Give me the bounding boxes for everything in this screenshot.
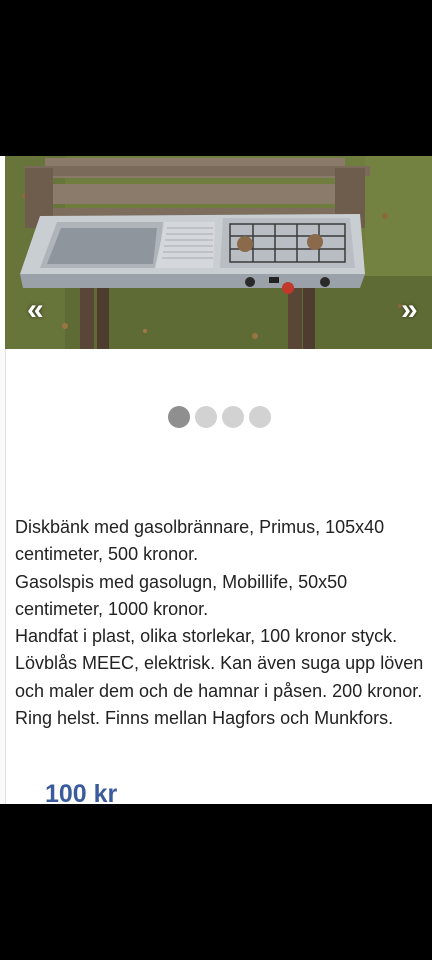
photo-image — [5, 156, 432, 349]
listing-photo[interactable]: « » — [5, 156, 432, 349]
listing-content: « » Diskbänk med gasolbrännare, Primus, … — [0, 156, 432, 804]
gallery-dot-3[interactable] — [222, 406, 244, 428]
page-edge — [0, 349, 6, 804]
description-line: Diskbänk med gasolbrännare, Primus, 105x… — [15, 517, 385, 565]
gallery-dot-1[interactable] — [168, 406, 190, 428]
listing-description: Diskbänk med gasolbrännare, Primus, 105x… — [15, 514, 425, 732]
listing-price: 100 kr — [45, 780, 118, 804]
description-line: Lövblås MEEC, elektrisk. Kan även suga u… — [15, 653, 424, 701]
gallery-dot-2[interactable] — [195, 406, 217, 428]
gallery-pagination — [168, 406, 271, 428]
description-line: Ring helst. Finns mellan Hagfors och Mun… — [15, 708, 394, 729]
gallery-dot-4[interactable] — [249, 406, 271, 428]
description-line: Handfat i plast, olika storlekar, 100 kr… — [15, 626, 398, 647]
description-line: Gasolspis med gasolugn, Mobillife, 50x50… — [15, 571, 348, 619]
gallery-prev-button[interactable]: « — [27, 295, 44, 325]
gallery-next-button[interactable]: » — [401, 295, 418, 325]
